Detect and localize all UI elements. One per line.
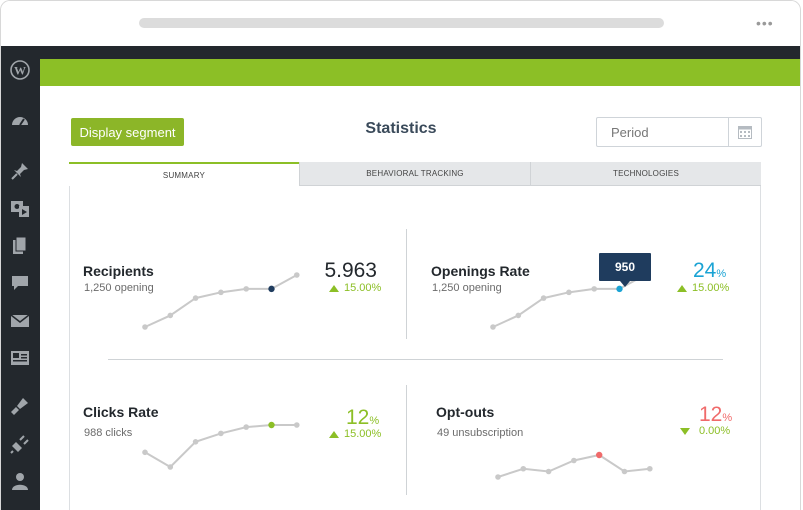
openings-spark-point[interactable]: [566, 289, 572, 296]
recipients-spark-point[interactable]: [243, 286, 249, 292]
optouts-value-number: 12: [699, 403, 723, 426]
openings-spark-point[interactable]: [591, 286, 597, 292]
openings-spark-point[interactable]: [515, 312, 522, 319]
browser-frame: ••• W Display segment Statistics Period …: [0, 0, 801, 510]
clicks-spark-point[interactable]: [167, 464, 174, 470]
clicks-subtitle: 988 clicks: [84, 427, 133, 439]
clicks-value-unit: %: [369, 415, 380, 427]
trend-down-icon: [680, 427, 690, 435]
admin-sidebar: W: [1, 46, 40, 510]
plugins-icon[interactable]: [10, 434, 30, 454]
recipients-spark-point[interactable]: [167, 312, 174, 319]
clicks-value-number: 12: [346, 406, 370, 429]
tab-technologies[interactable]: TECHNOLOGIES: [530, 162, 761, 186]
admin-top-strip: [40, 46, 800, 59]
header-bar: [40, 59, 800, 86]
clicks-spark-point[interactable]: [294, 422, 300, 428]
clicks-spark-point[interactable]: [218, 430, 224, 437]
appearance-icon[interactable]: [10, 396, 30, 416]
optouts-spark-point[interactable]: [520, 465, 527, 472]
openings-delta: 15.00%: [677, 282, 729, 294]
period-picker[interactable]: [596, 117, 762, 147]
recipients-value: 5.963: [324, 259, 377, 283]
svg-text:W: W: [14, 64, 26, 78]
comments-icon[interactable]: [10, 273, 30, 293]
clicks-spark-point[interactable]: [268, 421, 275, 429]
openings-tooltip: 950: [599, 253, 651, 287]
users-icon[interactable]: [10, 471, 30, 491]
recipients-spark-point[interactable]: [268, 285, 275, 293]
recipients-spark-point[interactable]: [218, 289, 224, 296]
more-dots-icon[interactable]: •••: [756, 15, 774, 31]
dashboard-icon[interactable]: [10, 111, 30, 131]
browser-topbar: •••: [1, 1, 800, 46]
optouts-delta-value: 0.00%: [699, 425, 731, 437]
calendar-icon[interactable]: [728, 118, 761, 146]
clicks-value: 12%: [346, 406, 379, 430]
optouts-value: 12%: [699, 403, 732, 427]
optouts-spark-point[interactable]: [545, 468, 552, 475]
trend-up-icon: [677, 284, 687, 292]
recipients-delta-value: 15.00%: [344, 282, 382, 294]
openings-delta-value: 15.00%: [692, 282, 730, 294]
media-icon[interactable]: [10, 198, 30, 218]
page-title: Statistics: [365, 120, 437, 137]
period-input[interactable]: [597, 118, 728, 146]
tab-behavioral-tracking[interactable]: BEHAVIORAL TRACKING: [299, 162, 530, 186]
openings-value-number: 24: [693, 259, 717, 282]
address-bar[interactable]: [139, 18, 664, 28]
optouts-subtitle: 49 unsubscription: [437, 427, 524, 439]
optouts-title: Opt-outs: [436, 404, 495, 420]
trend-up-icon: [329, 430, 339, 438]
clicks-delta: 15.00%: [329, 428, 381, 440]
recipients-spark-point[interactable]: [142, 324, 148, 330]
recipients-spark-point[interactable]: [294, 272, 300, 278]
optouts-spark-point[interactable]: [596, 451, 603, 459]
clicks-spark-point[interactable]: [142, 449, 148, 456]
recipients-spark-line: [144, 274, 298, 328]
optouts-value-unit: %: [722, 412, 733, 424]
layout-icon[interactable]: [10, 348, 30, 368]
optouts-spark-point[interactable]: [495, 474, 501, 480]
recipients-value-number: 5.963: [324, 259, 377, 282]
openings-spark-point[interactable]: [540, 295, 547, 301]
openings-value-unit: %: [716, 268, 727, 280]
clicks-spark-point[interactable]: [192, 439, 199, 445]
openings-value: 24%: [693, 259, 726, 283]
wordpress-icon[interactable]: W: [10, 60, 30, 80]
clicks-sparkline: [142, 421, 300, 470]
divider-horizontal: [108, 359, 723, 360]
display-segment-button[interactable]: Display segment: [71, 118, 184, 146]
clicks-delta-value: 15.00%: [344, 428, 382, 440]
divider-vertical-bottom: [406, 385, 407, 495]
recipients-spark-point[interactable]: [192, 295, 199, 301]
recipients-delta: 15.00%: [329, 282, 381, 294]
tab-summary[interactable]: SUMMARY: [69, 162, 299, 186]
mail-icon[interactable]: [10, 311, 30, 331]
recipients-sparkline: [142, 272, 300, 330]
stats-tabs: SUMMARY BEHAVIORAL TRACKING TECHNOLOGIES: [69, 162, 761, 186]
pin-icon[interactable]: [10, 161, 30, 181]
clicks-title: Clicks Rate: [83, 404, 159, 420]
divider-vertical-top: [406, 229, 407, 339]
optouts-spark-point[interactable]: [647, 465, 653, 472]
pages-icon[interactable]: [10, 236, 30, 256]
trend-up-icon: [329, 284, 339, 292]
clicks-spark-point[interactable]: [243, 424, 249, 430]
openings-spark-point[interactable]: [490, 324, 496, 330]
optouts-sparkline: [495, 451, 653, 480]
optouts-delta: 0.00%: [680, 425, 730, 437]
optouts-spark-point[interactable]: [571, 457, 577, 464]
optouts-spark-point[interactable]: [621, 468, 628, 475]
